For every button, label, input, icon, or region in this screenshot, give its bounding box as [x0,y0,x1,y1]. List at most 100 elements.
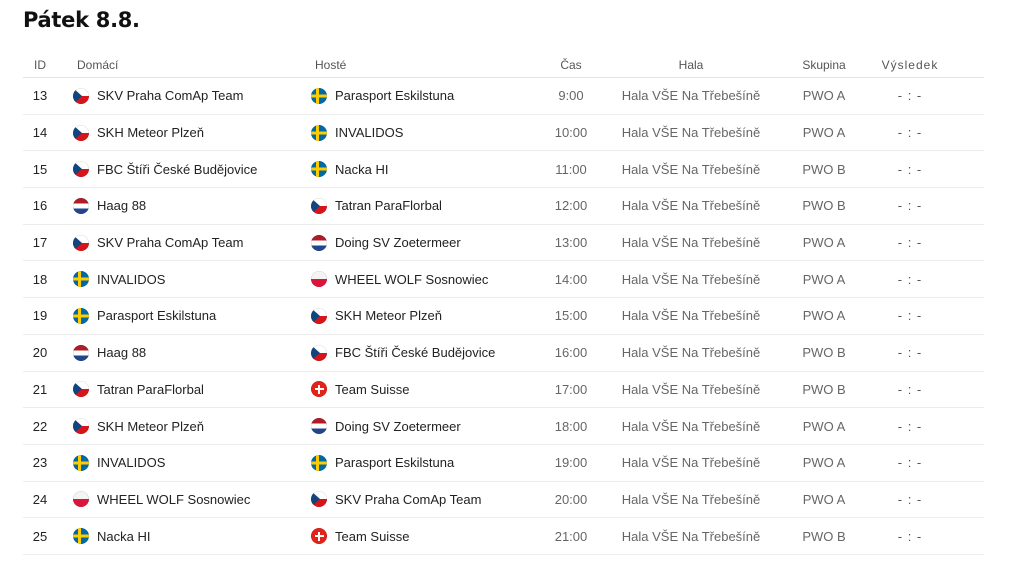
guest-team-name: Parasport Eskilstuna [335,88,455,104]
table-row[interactable]: 14 SKH Meteor Plzeň INVALIDOS 10:00 Hala… [23,115,984,152]
table-row[interactable]: 24 WHEEL WOLF Sosnowiec SKV Praha ComAp … [23,482,984,519]
match-hall: Hala VŠE Na Třebešíně [621,418,761,434]
match-result: - : - [897,235,923,251]
column-header-guest: Hosté [315,57,347,72]
match-group: PWO A [802,418,846,434]
column-header-hall: Hala [678,57,704,72]
home-team-name: Haag 88 [97,198,147,214]
guest-team[interactable]: FBC Štíři České Budějovice [311,335,541,371]
match-time: 19:00 [554,455,588,471]
match-id: 20 [32,345,48,361]
match-time: 14:00 [554,271,588,287]
match-group: PWO A [802,235,846,251]
guest-team-name: Doing SV Zoetermeer [335,235,461,251]
match-result: - : - [897,528,923,544]
table-row[interactable]: 20 Haag 88 FBC Štíři České Budějovice 16… [23,335,984,372]
table-row[interactable]: 21 Tatran ParaFlorbal Team Suisse 17:00 … [23,372,984,409]
match-id: 19 [32,308,48,324]
home-team[interactable]: INVALIDOS [73,445,303,481]
match-time: 21:00 [554,528,588,544]
swedish-flag-icon [73,271,89,288]
guest-team[interactable]: Tatran ParaFlorbal [311,188,541,224]
match-id: 17 [32,235,48,251]
swedish-flag-icon [311,161,327,178]
home-team[interactable]: Parasport Eskilstuna [73,298,303,334]
match-hall: Hala VŠE Na Třebešíně [621,345,761,361]
table-row[interactable]: 18 INVALIDOS WHEEL WOLF Sosnowiec 14:00 … [23,261,984,299]
match-id: 13 [32,88,48,104]
match-time: 10:00 [554,125,588,141]
guest-team[interactable]: INVALIDOS [311,115,541,151]
home-team[interactable]: SKV Praha ComAp Team [73,225,303,261]
guest-team-name: SKH Meteor Plzeň [335,308,442,324]
guest-team[interactable]: Team Suisse [311,372,541,408]
match-hall: Hala VŠE Na Třebešíně [621,88,761,104]
match-time: 20:00 [554,491,588,507]
home-team[interactable]: Haag 88 [73,188,303,224]
home-team-name: SKV Praha ComAp Team [97,235,244,251]
match-hall: Hala VŠE Na Třebešíně [621,161,761,177]
czech-flag-icon [311,491,327,508]
home-team[interactable]: Nacka HI [73,518,303,554]
match-result: - : - [897,381,923,397]
czech-flag-icon [73,234,89,251]
guest-team[interactable]: Doing SV Zoetermeer [311,408,541,444]
czech-flag-icon [311,197,327,214]
match-group: PWO A [802,271,846,287]
home-team[interactable]: SKH Meteor Plzeň [73,408,303,444]
match-time: 16:00 [554,345,588,361]
home-team[interactable]: Tatran ParaFlorbal [73,372,303,408]
table-row[interactable]: 15 FBC Štíři České Budějovice Nacka HI 1… [23,151,984,189]
guest-team[interactable]: WHEEL WOLF Sosnowiec [311,261,541,297]
home-team-name: INVALIDOS [97,455,166,471]
guest-team-name: Team Suisse [335,381,410,397]
guest-team[interactable]: Doing SV Zoetermeer [311,225,541,261]
match-hall: Hala VŠE Na Třebešíně [621,528,761,544]
match-group: PWO A [802,491,846,507]
home-team-name: Tatran ParaFlorbal [97,381,204,397]
column-header-id: ID [34,57,46,72]
czech-flag-icon [311,307,327,324]
guest-team[interactable]: Parasport Eskilstuna [311,445,541,481]
table-row[interactable]: 13 SKV Praha ComAp Team Parasport Eskils… [23,78,984,115]
home-team[interactable]: INVALIDOS [73,261,303,297]
match-group: PWO A [802,455,846,471]
dutch-flag-icon [311,234,327,251]
table-row[interactable]: 19 Parasport Eskilstuna SKH Meteor Plzeň… [23,298,984,335]
dutch-flag-icon [73,197,89,214]
table-row[interactable]: 17 SKV Praha ComAp Team Doing SV Zoeterm… [23,225,984,262]
swedish-flag-icon [311,87,327,104]
table-row[interactable]: 22 SKH Meteor Plzeň Doing SV Zoetermeer … [23,408,984,445]
home-team[interactable]: SKH Meteor Plzeň [73,115,303,151]
guest-team[interactable]: Team Suisse [311,518,541,554]
table-row[interactable]: 16 Haag 88 Tatran ParaFlorbal 12:00 Hala… [23,188,984,225]
home-team[interactable]: SKV Praha ComAp Team [73,78,303,114]
swedish-flag-icon [73,454,89,471]
home-team[interactable]: WHEEL WOLF Sosnowiec [73,482,303,518]
home-team[interactable]: FBC Štíři České Budějovice [73,151,303,187]
match-hall: Hala VŠE Na Třebešíně [621,125,761,141]
match-id: 14 [32,125,48,141]
match-result: - : - [897,198,923,214]
guest-team[interactable]: SKH Meteor Plzeň [311,298,541,334]
table-row[interactable]: 25 Nacka HI Team Suisse 21:00 Hala VŠE N… [23,518,984,555]
match-id: 25 [32,528,48,544]
match-time: 17:00 [554,381,588,397]
guest-team[interactable]: SKV Praha ComAp Team [311,482,541,518]
match-id: 21 [32,381,48,397]
guest-team[interactable]: Parasport Eskilstuna [311,78,541,114]
match-group: PWO B [802,345,846,361]
czech-flag-icon [73,418,89,435]
match-result: - : - [897,491,923,507]
guest-team-name: Team Suisse [335,528,410,544]
match-result: - : - [897,125,923,141]
swedish-flag-icon [73,528,89,545]
guest-team[interactable]: Nacka HI [311,151,541,187]
match-hall: Hala VŠE Na Třebešíně [621,198,761,214]
table-row[interactable]: 23 INVALIDOS Parasport Eskilstuna 19:00 … [23,445,984,482]
home-team[interactable]: Haag 88 [73,335,303,371]
czech-flag-icon [311,344,327,361]
match-group: PWO A [802,88,846,104]
swiss-flag-icon [311,381,327,398]
match-hall: Hala VŠE Na Třebešíně [621,271,761,287]
